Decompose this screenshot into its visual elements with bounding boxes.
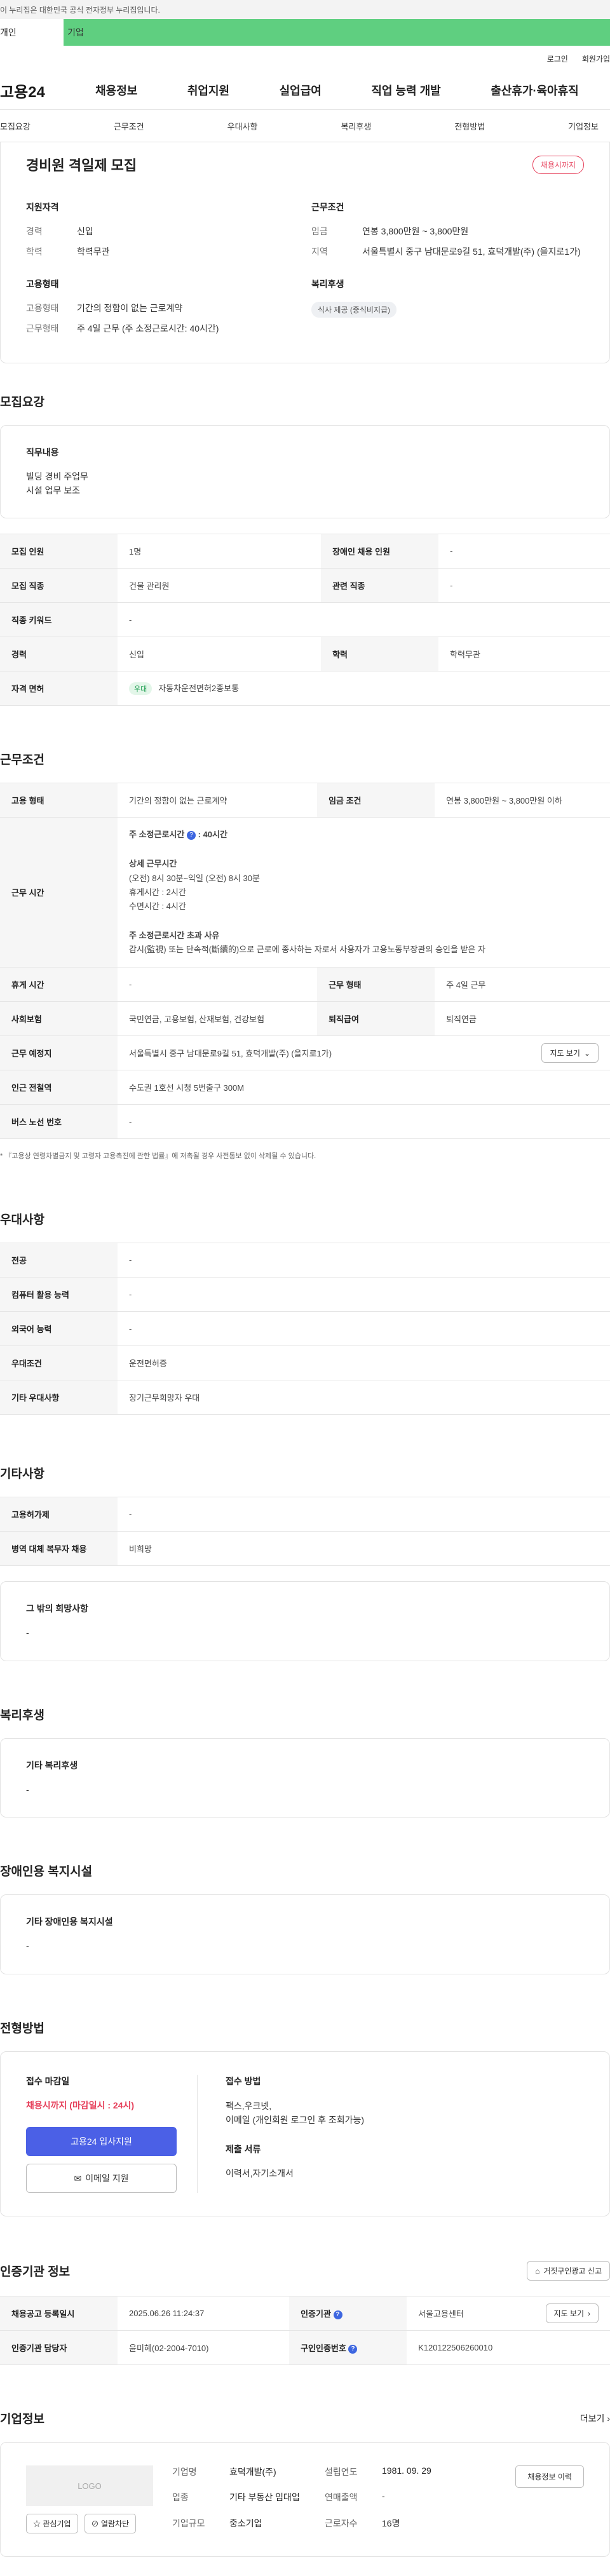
tab-company-info[interactable]: 기업정보 (568, 120, 599, 132)
tab-company[interactable]: 기업 (64, 19, 610, 46)
recruit-table: 모집 인원 1명 장애인 채용 인원 - 모집 직종 건물 관리원 관련 직종 - 직종 키… (0, 534, 610, 706)
star-icon: ☆ (33, 2519, 41, 2529)
table-row: 모집 인원 1명 장애인 채용 인원 - (0, 534, 610, 569)
etc-table: 고용허가제 - 병역 대체 복무자 채용 비희망 (0, 1497, 610, 1567)
preference-table: 전공 - 컴퓨터 활용 능력 - 외국어 능력 - 우대조건 운전면허증 기타 우대사항… (0, 1243, 610, 1415)
table-row: 휴게 시간 - 근무 형태 주 4일 근무 (0, 967, 610, 1002)
legal-note: * 『고용상 연령차별금지 및 고령자 고용촉진에 관한 법률』에 저촉될 경우… (0, 1152, 316, 1161)
work-hours-detail: 주 소정근로시간 ? : 40시간 상세 근무시간 (오전) 8시 30분~익일… (118, 817, 610, 968)
tab-recruit[interactable]: 모집요강 (0, 120, 30, 132)
util-bar: 로그인 회원가입 (0, 46, 610, 71)
tab-process[interactable]: 전형방법 (454, 120, 485, 132)
employment-type-block: 고용형태 고용형태 기간의 정함이 없는 근로계약 근무형태 주 4일 근무 (주 … (26, 278, 219, 334)
tab-preferences[interactable]: 우대사항 (227, 120, 258, 132)
login-link[interactable]: 로그인 (547, 53, 568, 64)
process-section-title: 전형방법 (0, 2022, 44, 2036)
job-title: 경비원 격일제 모집 (26, 158, 137, 173)
table-row: 인증기관 담당자 윤미혜(02-2004-7010) 구인인증번호 ? K1201… (0, 2330, 610, 2366)
benefit-section-title: 복리후생 (0, 1708, 44, 1722)
tab-benefits[interactable]: 복리후생 (341, 120, 371, 132)
cert-section-title: 인증기관 정보 (0, 2265, 71, 2279)
table-row: 근무 예정지 서울특별시 중구 남대문로9길 51, 효덕개발(주) (을지로1가… (0, 1035, 610, 1071)
table-row: 버스 노선 번호 - (0, 1104, 610, 1140)
mail-icon: ✉ (74, 2173, 82, 2183)
table-row: 채용공고 등록일시 2025.06.26 11:24:37 인증기관 ? 서울고용… (0, 2296, 610, 2331)
table-row: 경력 신입 학력 학력무관 (0, 637, 610, 672)
company-section-title: 기업정보 (0, 2413, 44, 2427)
gov-banner: 이 누리집은 대한민국 공식 전자정부 누리집입니다. (0, 0, 610, 19)
user-type-tabs: 개인 기업 (0, 19, 610, 46)
map-button[interactable]: 지도 보기 ⌄ (541, 1043, 599, 1063)
table-row: 우대조건 운전면허증 (0, 1345, 610, 1381)
apply-button[interactable]: 고용24 입사지원 (26, 2127, 177, 2157)
nav-skills-development[interactable]: 직업 능력 개발 (371, 82, 440, 98)
welfare-chip: 식사 제공 (중식비지급) (311, 301, 397, 318)
table-row: 외국어 능력 - (0, 1311, 610, 1347)
etc-section-title: 기타사항 (0, 1467, 44, 1481)
table-row: 직종 키워드 - (0, 602, 610, 638)
table-row: 자격 면허 우대 자동차운전면허2종보통 (0, 671, 610, 706)
email-apply-button[interactable]: ✉ 이메일 지원 (26, 2164, 177, 2194)
table-row: 근무 시간 주 소정근로시간 ? : 40시간 상세 근무시간 (오전) 8시 … (0, 817, 610, 968)
nav-parental-leave[interactable]: 출산휴가·육아휴직 (491, 82, 578, 98)
qualification-block: 지원자격 경력 신입 학력 학력무관 (26, 202, 110, 257)
work-table: 고용 형태 기간의 정함이 없는 근로계약 임금 조건 연봉 3,800만원 ~ 3,… (0, 783, 610, 1140)
report-button[interactable]: ⌂ 거짓구인광고 신고 (527, 2261, 610, 2281)
work-section-title: 근무조건 (0, 753, 44, 767)
welfare-block: 복리후생 식사 제공 (중식비지급) (311, 266, 584, 343)
cert-table: 채용공고 등록일시 2025.06.26 11:24:37 인증기관 ? 서울고용… (0, 2296, 610, 2366)
signup-link[interactable]: 회원가입 (582, 53, 610, 64)
main-nav: 고용24 채용정보 취업지원 실업급여 직업 능력 개발 출산휴가·육아휴직 (0, 71, 610, 109)
deadline-badge: 채용시까지 (532, 155, 584, 174)
nav-employment-support[interactable]: 취업지원 (187, 82, 229, 98)
table-row: 병역 대체 복무자 채용 비희망 (0, 1531, 610, 1567)
agency-map-button[interactable]: 지도 보기 › (545, 2303, 599, 2324)
job-history-button[interactable]: 채용정보 이력 (515, 2465, 584, 2488)
recruit-section-title: 모집요강 (0, 396, 44, 409)
table-row: 컴퓨터 활용 능력 - (0, 1277, 610, 1312)
table-row: 인근 전철역 수도권 1호선 시청 5번출구 300M (0, 1070, 610, 1105)
conditions-block: 근무조건 임금 연봉 3,800만원 ~ 3,800만원 지역 서울특별시 중구 남… (311, 202, 581, 257)
preference-section-title: 우대사항 (0, 1213, 44, 1227)
section-tabs: 모집요강 근무조건 우대사항 복리후생 전형방법 기업정보 (0, 109, 610, 142)
benefit-box: 기타 복리후생 - (0, 1737, 610, 1818)
disabled-section-title: 장애인용 복지시설 (0, 1865, 93, 1879)
company-card: LOGO ☆ 관심기업 ⊘ 열람차단 기업명 효덕개발(주) 설립연도 1981. … (0, 2442, 610, 2558)
preferred-tag: 우대 (129, 682, 152, 696)
site-logo[interactable]: 고용24 (0, 79, 45, 102)
chevron-right-icon: › (607, 2413, 610, 2424)
table-row: 기타 우대사항 장기근무희망자 우대 (0, 1380, 610, 1415)
more-link[interactable]: 더보기 › (580, 2412, 610, 2425)
disabled-box: 기타 장애인용 복지시설 - (0, 1894, 610, 1975)
help-icon[interactable]: ? (186, 830, 196, 840)
company-details: 기업명 효덕개발(주) 설립연도 1981. 09. 29 업종 기타 부동산 임대업… (172, 2465, 431, 2528)
table-row: 고용 형태 기간의 정함이 없는 근로계약 임금 조건 연봉 3,800만원 ~ 3,… (0, 783, 610, 818)
help-icon[interactable]: ? (348, 2344, 358, 2354)
duty-box: 직무내용 빌딩 경비 주업무 시설 업무 보조 (0, 425, 610, 519)
chevron-right-icon: › (588, 2309, 590, 2318)
tab-personal[interactable]: 개인 (0, 19, 64, 46)
chevron-down-icon: ⌄ (583, 1048, 590, 1058)
table-row: 사회보험 국민연금, 고용보험, 산재보험, 건강보험 퇴직급여 퇴직연금 (0, 1001, 610, 1037)
deadline-text: 채용시까지 (마감일시 : 24시) (26, 2100, 135, 2111)
tab-work-conditions[interactable]: 근무조건 (114, 120, 144, 132)
table-row: 모집 직종 건물 관리원 관련 직종 - (0, 568, 610, 604)
house-icon: ⌂ (535, 2266, 540, 2276)
nav-unemployment-benefit[interactable]: 실업급여 (280, 82, 322, 98)
block-icon: ⊘ (91, 2519, 99, 2529)
job-summary-card: 경비원 격일제 모집 채용시까지 지원자격 경력 신입 학력 학력무관 근무조건 임… (0, 142, 610, 363)
company-logo: LOGO (26, 2465, 153, 2507)
nav-jobs[interactable]: 채용정보 (95, 82, 137, 98)
apply-card: 접수 마감일 채용시까지 (마감일시 : 24시) 고용24 입사지원 ✉ 이메일… (0, 2051, 610, 2217)
table-row: 고용허가제 - (0, 1497, 610, 1532)
table-row: 전공 - (0, 1243, 610, 1278)
favorite-company-button[interactable]: ☆ 관심기업 (26, 2514, 78, 2534)
block-company-button[interactable]: ⊘ 열람차단 (84, 2514, 137, 2534)
etc-wish-box: 그 밖의 희망사항 - (0, 1581, 610, 1661)
help-icon[interactable]: ? (333, 2310, 342, 2319)
